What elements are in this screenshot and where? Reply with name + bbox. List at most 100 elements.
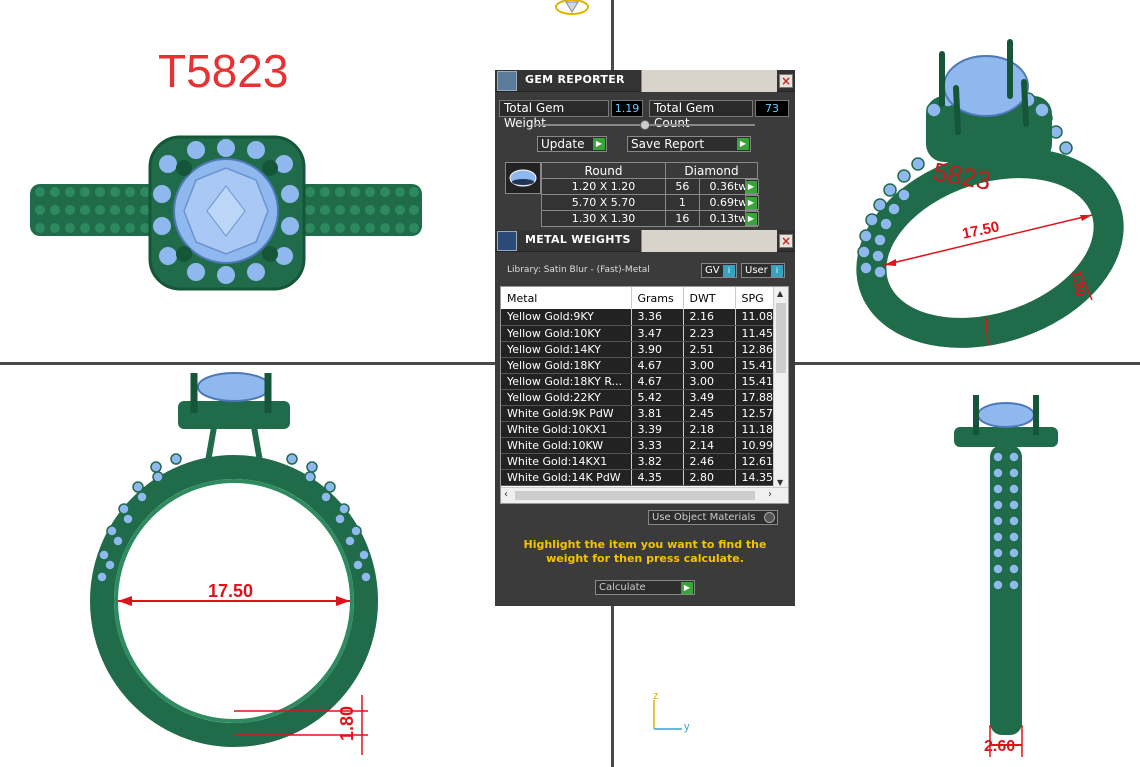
metal-cell-dwt: 2.45 [683, 405, 736, 422]
metal-cell-grams: 4.67 [631, 357, 684, 374]
total-gem-count-label: Total Gem Count [649, 100, 753, 130]
gem-count: 1 [665, 194, 700, 211]
metal-weights-titlebar[interactable]: METAL WEIGHTS × [495, 230, 795, 252]
close-icon[interactable]: × [779, 74, 793, 88]
metal-row[interactable]: Yellow Gold:10KY 3.47 2.23 11.45 [501, 325, 776, 342]
metal-row[interactable]: Yellow Gold:9KY 3.36 2.16 11.08 [501, 309, 776, 326]
chevron-left-icon[interactable]: ‹ [504, 489, 508, 500]
column-header-grams[interactable]: Grams [631, 287, 684, 309]
gem-shape-thumbnail [505, 162, 541, 194]
gem-count: 16 [665, 210, 700, 227]
save-report-button[interactable]: Save Report ▶ [627, 136, 751, 152]
total-gem-weight-value: 1.19 [611, 100, 643, 117]
metal-cell-spg: 17.88 [735, 389, 776, 406]
metal-cell-spg: 15.41 [735, 357, 776, 374]
metal-cell-spg: 12.57 [735, 405, 776, 422]
metal-row[interactable]: Yellow Gold:18KY 4.67 3.00 15.41 [501, 357, 776, 374]
chevron-up-icon[interactable]: ▲ [777, 289, 783, 298]
metal-cell-grams: 3.36 [631, 309, 684, 326]
gem-row-action-button[interactable]: ▶ [745, 195, 759, 210]
total-gem-weight-label: Total Gem Weight [499, 100, 609, 130]
gem-table: Round Diamond 1.20 X 1.20 56 0.36tw 5.70… [541, 162, 759, 227]
metal-row[interactable]: Yellow Gold:14KY 3.90 2.51 12.86 [501, 341, 776, 358]
info-icon: i [771, 265, 783, 277]
axis-y-label: y [684, 721, 690, 733]
metal-cell-metal: Yellow Gold:18KY [501, 357, 632, 374]
update-button[interactable]: Update ▶ [537, 136, 607, 152]
close-icon[interactable]: × [779, 234, 793, 248]
column-header-dwt[interactable]: DWT [683, 287, 736, 309]
metal-cell-spg: 14.35 [735, 469, 776, 486]
column-header-metal[interactable]: Metal [501, 287, 632, 309]
calculate-button[interactable]: Calculate ▶ [595, 580, 695, 595]
gem-row-action-button[interactable]: ▶ [745, 211, 759, 226]
user-toggle[interactable]: User i [741, 263, 785, 278]
metal-cell-dwt: 2.16 [683, 309, 736, 326]
calculate-label: Calculate [599, 582, 646, 593]
metal-cell-dwt: 2.14 [683, 437, 736, 454]
column-header-spg[interactable]: SPG [735, 287, 776, 309]
metal-cell-metal: White Gold:14K PdW [501, 469, 632, 486]
metal-cell-spg: 11.45 [735, 325, 776, 342]
gem-reporter-icon [497, 71, 517, 91]
metal-weights-title: METAL WEIGHTS [525, 233, 631, 246]
metal-cell-dwt: 3.49 [683, 389, 736, 406]
gem-toolbar-icon[interactable] [552, 0, 592, 18]
vertical-scrollbar[interactable]: ▲ ▼ [773, 287, 788, 489]
panel-splitter-knob[interactable] [640, 120, 650, 130]
metal-row[interactable]: White Gold:14K PdW 4.35 2.80 14.35 [501, 469, 776, 486]
front-diameter-label: 17.50 [208, 581, 254, 601]
use-object-materials-label: Use Object Materials [652, 512, 756, 523]
horizontal-scrollbar[interactable]: ‹ › [501, 487, 788, 503]
metal-cell-grams: 5.42 [631, 389, 684, 406]
metal-cell-dwt: 2.18 [683, 421, 736, 438]
metal-cell-metal: White Gold:10KW [501, 437, 632, 454]
scrollbar-thumb[interactable] [515, 491, 755, 500]
axis-indicator [653, 700, 682, 730]
play-icon: ▶ [745, 197, 757, 209]
gem-row-action-button[interactable]: ▶ [745, 179, 759, 194]
gem-row[interactable]: 1.20 X 1.20 56 0.36tw [541, 178, 759, 195]
metal-row[interactable]: White Gold:9K PdW 3.81 2.45 12.57 [501, 405, 776, 422]
metal-cell-spg: 10.99 [735, 437, 776, 454]
gem-row[interactable]: 1.30 X 1.30 16 0.13tw [541, 210, 759, 227]
gem-type-header: Diamond [665, 162, 758, 179]
chevron-down-icon[interactable]: ▼ [777, 478, 783, 487]
metal-table[interactable]: Metal Grams DWT SPG Yellow Gold:9KY 3.36 2… [500, 286, 789, 504]
use-object-materials-toggle[interactable]: Use Object Materials [648, 510, 778, 525]
gem-row[interactable]: 5.70 X 5.70 1 0.69tw [541, 194, 759, 211]
metal-cell-grams: 4.35 [631, 469, 684, 486]
library-label: Library: Satin Blur - (Fast)-Metal [507, 265, 650, 275]
metal-cell-spg: 11.08 [735, 309, 776, 326]
info-icon: i [723, 265, 735, 277]
metal-cell-dwt: 2.46 [683, 453, 736, 470]
chevron-right-icon[interactable]: › [768, 489, 772, 500]
metal-cell-dwt: 2.80 [683, 469, 736, 486]
side-width-label: 2.60 [984, 738, 1016, 755]
total-gem-count-value: 73 [755, 100, 789, 117]
metal-row[interactable]: White Gold:10KX1 3.39 2.18 11.18 [501, 421, 776, 438]
metal-row[interactable]: White Gold:14KX1 3.82 2.46 12.61 [501, 453, 776, 470]
metal-row[interactable]: White Gold:10KW 3.33 2.14 10.99 [501, 437, 776, 454]
metal-row[interactable]: Yellow Gold:18KY R... 4.67 3.00 15.41 [501, 373, 776, 390]
user-label: User [745, 265, 768, 276]
metal-cell-metal: Yellow Gold:22KY [501, 389, 632, 406]
metal-row[interactable]: Yellow Gold:22KY 5.42 3.49 17.88 [501, 389, 776, 406]
play-icon: ▶ [593, 138, 605, 150]
metal-cell-grams: 4.67 [631, 373, 684, 390]
metal-cell-grams: 3.33 [631, 437, 684, 454]
scrollbar-thumb[interactable] [776, 303, 786, 373]
gem-reporter-panel: GEM REPORTER × Total Gem Weight 1.19 Tot… [495, 70, 795, 230]
titlebar-fill [641, 230, 777, 252]
round-diamond-icon [509, 169, 537, 187]
metal-cell-metal: Yellow Gold:9KY [501, 309, 632, 326]
metal-cell-dwt: 2.23 [683, 325, 736, 342]
update-button-label: Update [541, 137, 585, 151]
metal-cell-grams: 3.47 [631, 325, 684, 342]
gv-toggle[interactable]: GV i [701, 263, 737, 278]
metal-cell-dwt: 3.00 [683, 357, 736, 374]
metal-cell-spg: 12.86 [735, 341, 776, 358]
play-icon: ▶ [737, 138, 749, 150]
metal-cell-grams: 3.81 [631, 405, 684, 422]
gem-reporter-titlebar[interactable]: GEM REPORTER × [495, 70, 795, 92]
